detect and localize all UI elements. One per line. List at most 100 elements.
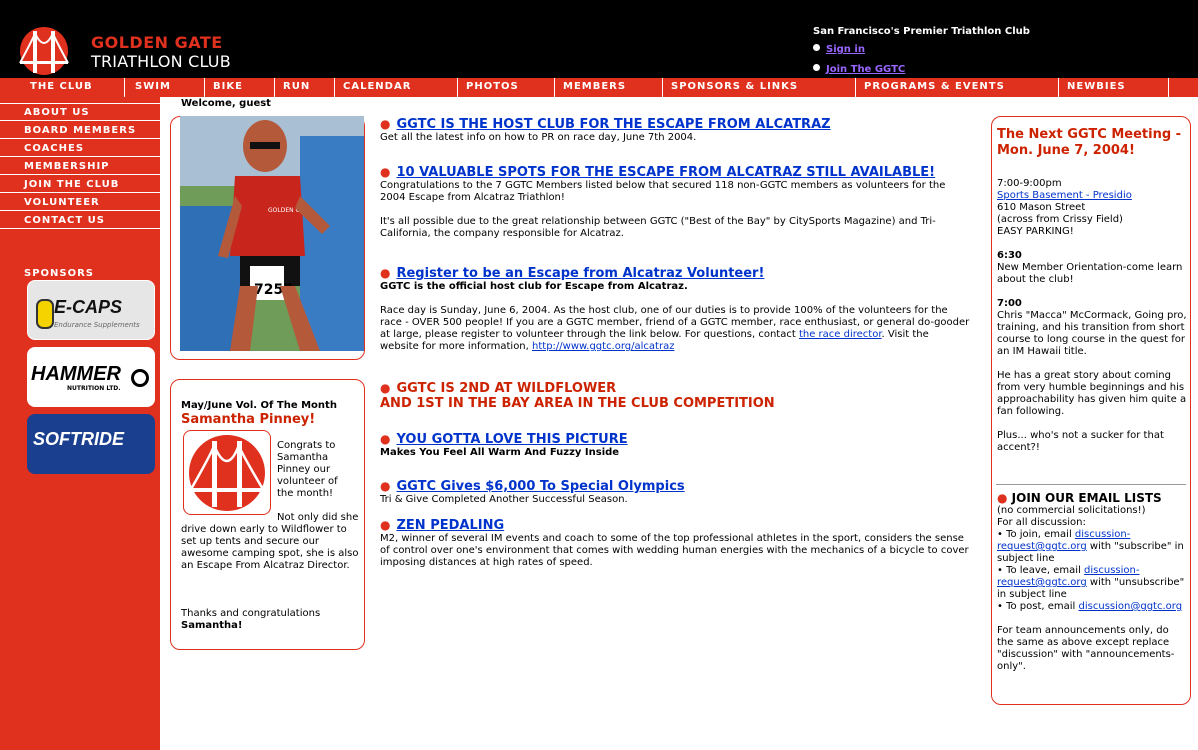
golden-gate-bridge-icon xyxy=(188,435,266,511)
news-body: Race day is Sunday, June 6, 2004. As the… xyxy=(380,305,970,353)
news-headline-link[interactable]: GGTC Gives $6,000 To Special Olympics xyxy=(396,479,684,494)
news-item: ● YOU GOTTA LOVE THIS PICTURE Makes You F… xyxy=(380,432,970,459)
news-body: It's all possible due to the great relat… xyxy=(380,216,936,239)
nav-swim[interactable]: SWIM xyxy=(125,78,205,97)
runner-photo-image: 7255 GOLDEN GATE xyxy=(180,116,364,351)
email-team: For team announcements only, do the same… xyxy=(997,625,1175,672)
divider xyxy=(996,484,1186,485)
sponsor-hammer-sub: NUTRITION LTD. xyxy=(67,385,121,392)
email-join: • To join, email discussion-request@ggtc… xyxy=(997,529,1187,565)
hammer-logo-icon xyxy=(131,369,149,387)
schedule-text: Chris "Macca" McCormack, Going pro, trai… xyxy=(997,310,1187,357)
logo-title: GOLDEN GATE xyxy=(91,33,223,52)
sidebar-item-join-the-club[interactable]: JOIN THE CLUB xyxy=(0,176,160,193)
news-headline-link[interactable]: GGTC IS THE HOST CLUB FOR THE ESCAPE FRO… xyxy=(396,117,830,132)
sponsor-softride-label: SOFTRIDE xyxy=(33,429,125,449)
news-item: ● ZEN PEDALING M2, winner of several IM e… xyxy=(380,518,970,569)
email-lists: ● JOIN OUR EMAIL LISTS (no commercial so… xyxy=(997,491,1187,673)
schedule-text: New Member Orientation-come learn about … xyxy=(997,262,1183,285)
bullet-icon: ● xyxy=(380,117,391,131)
news-headline-link[interactable]: 10 VALUABLE SPOTS FOR THE ESCAPE FROM AL… xyxy=(396,165,935,180)
sign-in-row: Sign in xyxy=(813,44,865,55)
email-note: (no commercial solicitations!) xyxy=(997,505,1146,516)
sponsor-ecaps[interactable]: E-CAPS Endurance Supplements xyxy=(27,280,155,340)
email-join-text: • To join, email xyxy=(997,529,1072,540)
race-director-link[interactable]: the race director xyxy=(799,329,882,340)
news-body: Tri & Give Completed Another Successful … xyxy=(380,494,628,505)
sponsor-hammer[interactable]: HAMMER NUTRITION LTD. xyxy=(27,347,155,407)
news-item: ● GGTC IS THE HOST CLUB FOR THE ESCAPE FR… xyxy=(380,117,970,144)
volunteer-thanks: Thanks and congratulations xyxy=(181,608,321,619)
alcatraz-website-link[interactable]: http://www.ggtc.org/alcatraz xyxy=(532,341,674,352)
nav-calendar[interactable]: CALENDAR xyxy=(335,78,458,97)
sidebar-item-volunteer[interactable]: VOLUNTEER xyxy=(0,194,160,211)
welcome-text: Welcome, guest xyxy=(181,98,271,109)
join-row: Join The GGTC xyxy=(813,64,905,75)
nav-newbies[interactable]: NEWBIES xyxy=(1059,78,1169,97)
news-item: ● Register to be an Escape from Alcatraz … xyxy=(380,266,970,353)
news-headline: AND 1ST IN THE BAY AREA IN THE CLUB COMP… xyxy=(380,396,775,411)
meeting-details: 7:00-9:00pm Sports Basement - Presidio 6… xyxy=(997,178,1187,454)
golden-gate-bridge-icon xyxy=(19,27,69,75)
meeting-address: 610 Mason Street xyxy=(997,202,1086,213)
news-subhead: Makes You Feel All Warm And Fuzzy Inside xyxy=(380,447,620,458)
bullet-icon: ● xyxy=(380,479,391,493)
sidebar-item-about-us[interactable]: ABOUT US xyxy=(0,104,160,121)
news-item: ● GGTC Gives $6,000 To Special Olympics T… xyxy=(380,479,970,506)
sign-in-link[interactable]: Sign in xyxy=(826,44,865,55)
news-headline-link[interactable]: ZEN PEDALING xyxy=(396,518,504,533)
news-headline-link[interactable]: YOU GOTTA LOVE THIS PICTURE xyxy=(396,432,627,447)
volunteer-thanks-name: Samantha! xyxy=(181,620,243,631)
volunteer-title: May/June Vol. Of The Month xyxy=(181,400,337,411)
meeting-parking: EASY PARKING! xyxy=(997,226,1074,237)
nav-photos[interactable]: PHOTOS xyxy=(458,78,555,97)
sponsors-heading: SPONSORS xyxy=(24,268,95,279)
news-body: Congratulations to the 7 GGTC Members li… xyxy=(380,180,946,203)
news-item: ● GGTC IS 2ND AT WILDFLOWER AND 1ST IN TH… xyxy=(380,381,970,411)
nav-run[interactable]: RUN xyxy=(275,78,335,97)
nav-the-club[interactable]: THE CLUB xyxy=(0,78,125,97)
sponsor-hammer-label: HAMMER xyxy=(31,363,121,385)
bullet-icon: ● xyxy=(380,518,391,532)
bullet-icon: ● xyxy=(997,491,1008,505)
meeting-plus: Plus... who's not a sucker for that acce… xyxy=(997,430,1164,453)
meeting-title: The Next GGTC Meeting - Mon. June 7, 200… xyxy=(997,127,1182,158)
email-for-all: For all discussion: xyxy=(997,517,1086,528)
volunteer-photo-frame xyxy=(183,430,271,515)
featured-photo[interactable]: 7255 GOLDEN GATE xyxy=(180,116,364,351)
sponsor-softride[interactable]: SOFTRIDE xyxy=(27,414,155,474)
volunteer-description: Not only did she drive down early to Wil… xyxy=(181,512,359,571)
email-leave: • To leave, email discussion-request@ggt… xyxy=(997,565,1187,601)
meeting-address-note: (across from Crissy Field) xyxy=(997,214,1123,225)
schedule-time: 6:30 xyxy=(997,250,1022,261)
site-logo[interactable]: GOLDEN GATE TRIATHLON CLUB xyxy=(18,25,248,77)
news-headline: GGTC IS 2ND AT WILDFLOWER xyxy=(396,381,617,396)
meeting-time: 7:00-9:00pm xyxy=(997,178,1062,189)
post-email-link[interactable]: discussion@ggtc.org xyxy=(1079,601,1183,612)
capsule-icon xyxy=(36,299,54,329)
email-post-text: • To post, email xyxy=(997,601,1076,612)
bullet-icon: ● xyxy=(380,432,391,446)
nav-programs-events[interactable]: PROGRAMS & EVENTS xyxy=(856,78,1059,97)
sidebar-item-contact-us[interactable]: CONTACT US xyxy=(0,212,160,229)
venue-link[interactable]: Sports Basement - Presidio xyxy=(997,190,1132,201)
sidebar-item-coaches[interactable]: COACHES xyxy=(0,140,160,157)
news-headline-link[interactable]: Register to be an Escape from Alcatraz V… xyxy=(396,266,764,281)
email-title: JOIN OUR EMAIL LISTS xyxy=(1011,491,1162,505)
news-body: Get all the latest info on how to PR on … xyxy=(380,132,697,143)
nav-sponsors-links[interactable]: SPONSORS & LINKS xyxy=(663,78,856,97)
nav-members[interactable]: MEMBERS xyxy=(555,78,663,97)
nav-bike[interactable]: BIKE xyxy=(205,78,275,97)
email-leave-text: • To leave, email xyxy=(997,565,1081,576)
sidebar-item-board-members[interactable]: BOARD MEMBERS xyxy=(0,122,160,139)
join-link[interactable]: Join The GGTC xyxy=(826,64,905,75)
bullet-icon xyxy=(813,44,820,51)
tagline: San Francisco's Premier Triathlon Club xyxy=(813,26,1030,37)
news-item: ● 10 VALUABLE SPOTS FOR THE ESCAPE FROM A… xyxy=(380,165,970,240)
email-post: • To post, email discussion@ggtc.org xyxy=(997,601,1187,613)
sponsor-ecaps-sub: Endurance Supplements xyxy=(54,321,140,329)
news-subhead: GGTC is the official host club for Escap… xyxy=(380,281,688,292)
sidebar-item-membership[interactable]: MEMBERSHIP xyxy=(0,158,160,175)
site-header: GOLDEN GATE TRIATHLON CLUB San Francisco… xyxy=(0,0,1198,78)
news-body: M2, winner of several IM events and coac… xyxy=(380,533,969,568)
